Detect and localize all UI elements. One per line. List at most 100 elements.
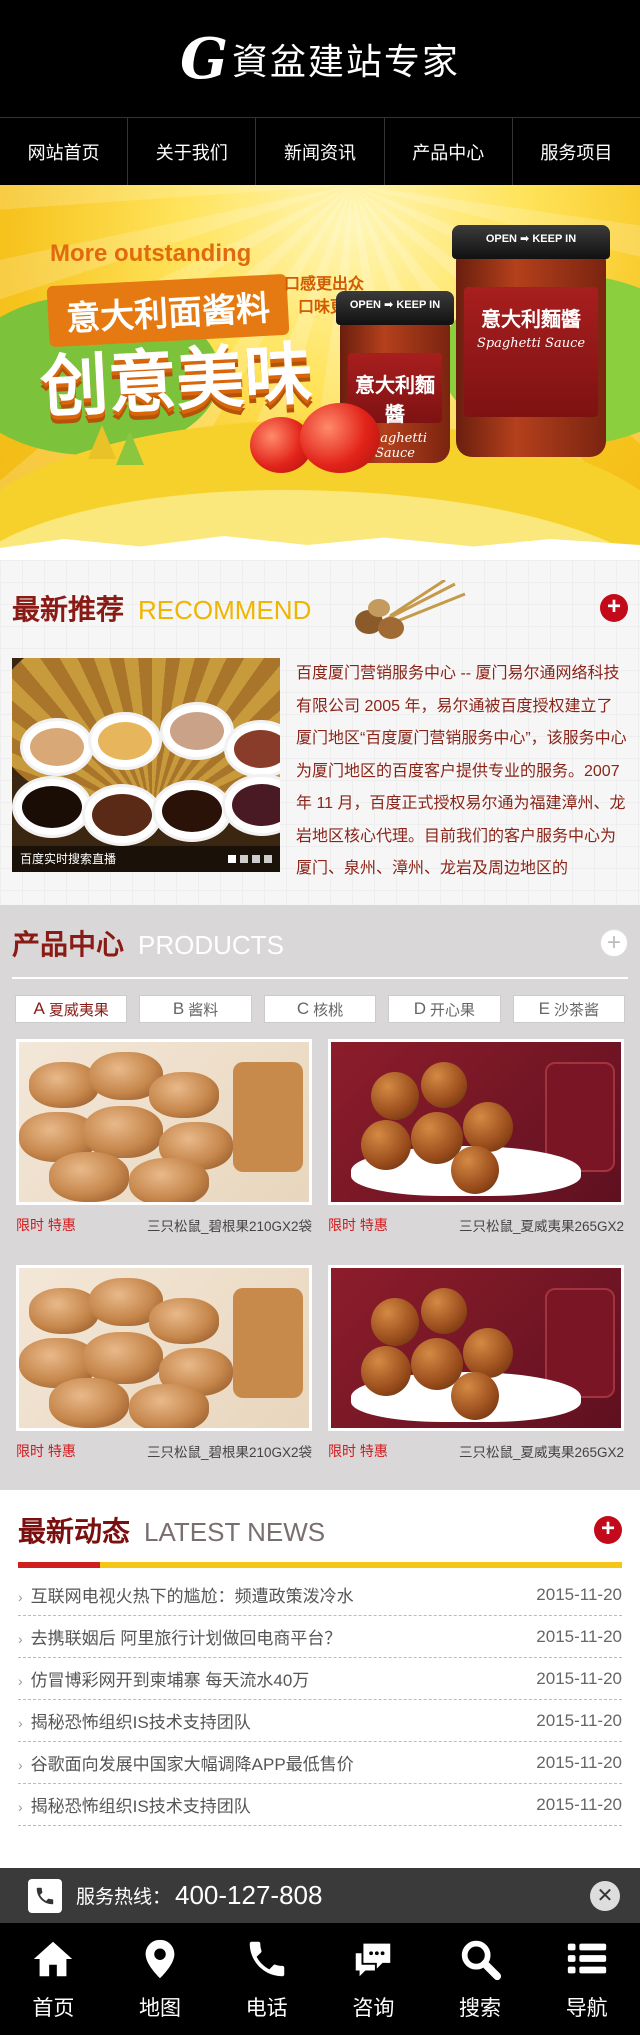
product-image[interactable] — [328, 1039, 624, 1205]
product-name[interactable]: 三只松鼠_夏威夷果265GX2 — [459, 1441, 624, 1461]
news-date: 2015-11-20 — [536, 1794, 622, 1814]
products-header: 产品中心 PRODUCTS + — [0, 923, 640, 963]
tab-walnut[interactable]: C 核桃 — [263, 995, 377, 1023]
promo-label: 限时 特惠 — [16, 1443, 76, 1459]
bottom-tab-navigation[interactable]: 导航 — [533, 1923, 640, 2035]
phone-icon — [249, 1941, 284, 1977]
site-header: G 資盆建站专家 — [0, 0, 640, 117]
close-icon[interactable]: ✕ — [590, 1880, 620, 1911]
slider-dot[interactable] — [240, 855, 248, 863]
product-name[interactable]: 三只松鼠_碧根果210GX2袋 — [147, 1215, 312, 1235]
divider — [12, 977, 628, 979]
recommend-image-slider[interactable]: 百度实时搜索直播 — [12, 658, 280, 872]
tomato-icon — [300, 403, 380, 473]
sauce-bowl — [20, 718, 94, 776]
news-item[interactable]: › 去携联姻后 阿里旅行计划做回电商平台？ 2015-11-20 — [18, 1616, 622, 1658]
tab-macadamia[interactable]: A 夏威夷果 — [15, 995, 128, 1023]
sauce-jar-large: OPEN ➡ KEEP IN 意大利麵醬 Spaghetti Sauce — [452, 225, 610, 457]
news-item[interactable]: › 互联网电视火热下的尴尬：频遭政策泼冷水 2015-11-20 — [18, 1574, 622, 1616]
recommend-description: 百度厦门营销服务中心 -- 厦门易尔通网络科技有限公司 2005 年，易尔通被百… — [296, 665, 627, 877]
chevron-right-icon: › — [18, 1631, 23, 1647]
main-nav: 网站首页 关于我们 新闻资讯 产品中心 服务项目 — [0, 117, 640, 185]
recommend-more-button[interactable]: + — [600, 594, 628, 622]
nav-item-products[interactable]: 产品中心 — [385, 118, 513, 185]
slider-caption: 百度实时搜索直播 — [12, 846, 280, 872]
product-card[interactable]: 限时 特惠 三只松鼠_夏威夷果265GX2 — [328, 1265, 624, 1471]
product-card[interactable]: 限时 特惠 三只松鼠_碧根果210GX2袋 — [16, 1265, 312, 1471]
bottom-tab-map[interactable]: 地图 — [107, 1923, 214, 2035]
news-date: 2015-11-20 — [536, 1752, 622, 1772]
home-icon — [34, 1941, 73, 1977]
tab-pistachio[interactable]: D 开心果 — [388, 995, 501, 1023]
tree-icon — [116, 431, 144, 465]
bottom-tab-bar: 首页 地图 电话 咨询 搜索 导航 — [0, 1923, 640, 2035]
chevron-right-icon: › — [18, 1589, 23, 1605]
nav-item-news[interactable]: 新闻资讯 — [256, 118, 385, 185]
sauce-bowl — [12, 776, 92, 838]
map-pin-icon — [145, 1939, 175, 1979]
product-image[interactable] — [16, 1265, 312, 1431]
nav-item-services[interactable]: 服务项目 — [513, 118, 640, 185]
slider-dot[interactable] — [264, 855, 272, 863]
news-item[interactable]: › 谷歌面向发展中国家大幅调降APP最低售价 2015-11-20 — [18, 1742, 622, 1784]
product-category-tabs: A 夏威夷果 B 酱料 C 核桃 D 开心果 E 沙茶酱 — [0, 995, 640, 1023]
bottom-tab-consult[interactable]: 咨询 — [320, 1923, 427, 2035]
slider-dot[interactable] — [228, 855, 236, 863]
site-logo[interactable]: G 資盆建站专家 — [180, 31, 460, 87]
sauce-bowl — [152, 780, 232, 842]
news-date: 2015-11-20 — [536, 1668, 622, 1688]
chevron-right-icon: › — [18, 1757, 23, 1773]
bottom-tab-home[interactable]: 首页 — [0, 1923, 107, 2035]
tab-satay-sauce[interactable]: E 沙茶酱 — [512, 995, 626, 1023]
hotline-number[interactable]: 400-127-808 — [175, 1880, 322, 1911]
tab-sauce[interactable]: B 酱料 — [139, 995, 252, 1023]
sauce-bowl — [88, 712, 162, 770]
slider-dot[interactable] — [252, 855, 260, 863]
phone-icon[interactable] — [28, 1878, 62, 1913]
nav-item-home[interactable]: 网站首页 — [0, 118, 129, 185]
chevron-right-icon: › — [18, 1715, 23, 1731]
recommend-title-en: RECOMMEND — [138, 595, 312, 625]
menu-icon — [567, 1943, 606, 1974]
tree-icon — [88, 425, 116, 459]
products-more-button[interactable]: + — [600, 929, 628, 957]
logo-text: 資盆建站专家 — [231, 41, 460, 83]
product-card[interactable]: 限时 特惠 三只松鼠_碧根果210GX2袋 — [16, 1039, 312, 1245]
products-title-en: PRODUCTS — [138, 930, 284, 960]
products-title: 产品中心 — [12, 929, 125, 960]
search-icon — [461, 1940, 502, 1981]
promo-label: 限时 特惠 — [328, 1443, 388, 1459]
hotline-label: 服务热线： — [76, 1887, 172, 1908]
product-image[interactable] — [16, 1039, 312, 1205]
hazelnut-icon — [355, 580, 466, 639]
product-grid: 限时 特惠 三只松鼠_碧根果210GX2袋 限时 特惠 三只松鼠_夏威夷果265… — [0, 1023, 640, 1471]
news-item[interactable]: › 揭秘恐怖组织IS技术支持团队 2015-11-20 — [18, 1700, 622, 1742]
banner-english-slogan: More outstanding — [50, 240, 252, 267]
sauce-bowl — [160, 702, 234, 760]
hero-banner[interactable]: More outstanding 意大利面酱料 创意美味 口感更出众 口味更鲜美… — [0, 185, 640, 560]
product-card[interactable]: 限时 特惠 三只松鼠_夏威夷果265GX2 — [328, 1039, 624, 1245]
product-name[interactable]: 三只松鼠_碧根果210GX2袋 — [147, 1441, 312, 1461]
news-list: › 互联网电视火热下的尴尬：频遭政策泼冷水 2015-11-20 › 去携联姻后 阿里… — [0, 1574, 640, 1826]
bottom-tab-search[interactable]: 搜索 — [427, 1923, 534, 2035]
recommend-header: 最新推荐 RECOMMEND + — [0, 588, 640, 628]
promo-label: 限时 特惠 — [16, 1217, 76, 1233]
slider-dots — [228, 855, 280, 863]
product-image[interactable] — [328, 1265, 624, 1431]
recommend-section: 最新推荐 RECOMMEND + 百度实时搜索直播 百度厦门营销服务中心 -- … — [0, 560, 640, 905]
news-title: 最新动态 — [18, 1516, 131, 1547]
news-item[interactable]: › 仿冒博彩网开到柬埔寨 每天流水40万 2015-11-20 — [18, 1658, 622, 1700]
bottom-tab-phone[interactable]: 电话 — [213, 1923, 320, 2035]
news-item[interactable]: › 揭秘恐怖组织IS技术支持团队 2015-11-20 — [18, 1784, 622, 1826]
nav-item-about[interactable]: 关于我们 — [128, 118, 257, 185]
news-header: 最新动态 LATEST NEWS + — [0, 1510, 640, 1550]
chat-icon — [356, 1943, 391, 1977]
recommend-title: 最新推荐 — [12, 594, 125, 625]
product-name[interactable]: 三只松鼠_夏威夷果265GX2 — [459, 1215, 624, 1235]
news-more-button[interactable]: + — [594, 1516, 622, 1544]
promo-label: 限时 特惠 — [328, 1217, 388, 1233]
news-date: 2015-11-20 — [536, 1710, 622, 1730]
news-title-en: LATEST NEWS — [144, 1517, 326, 1547]
banner-headline: 创意美味 — [38, 335, 315, 427]
logo-mark: G — [180, 25, 228, 92]
